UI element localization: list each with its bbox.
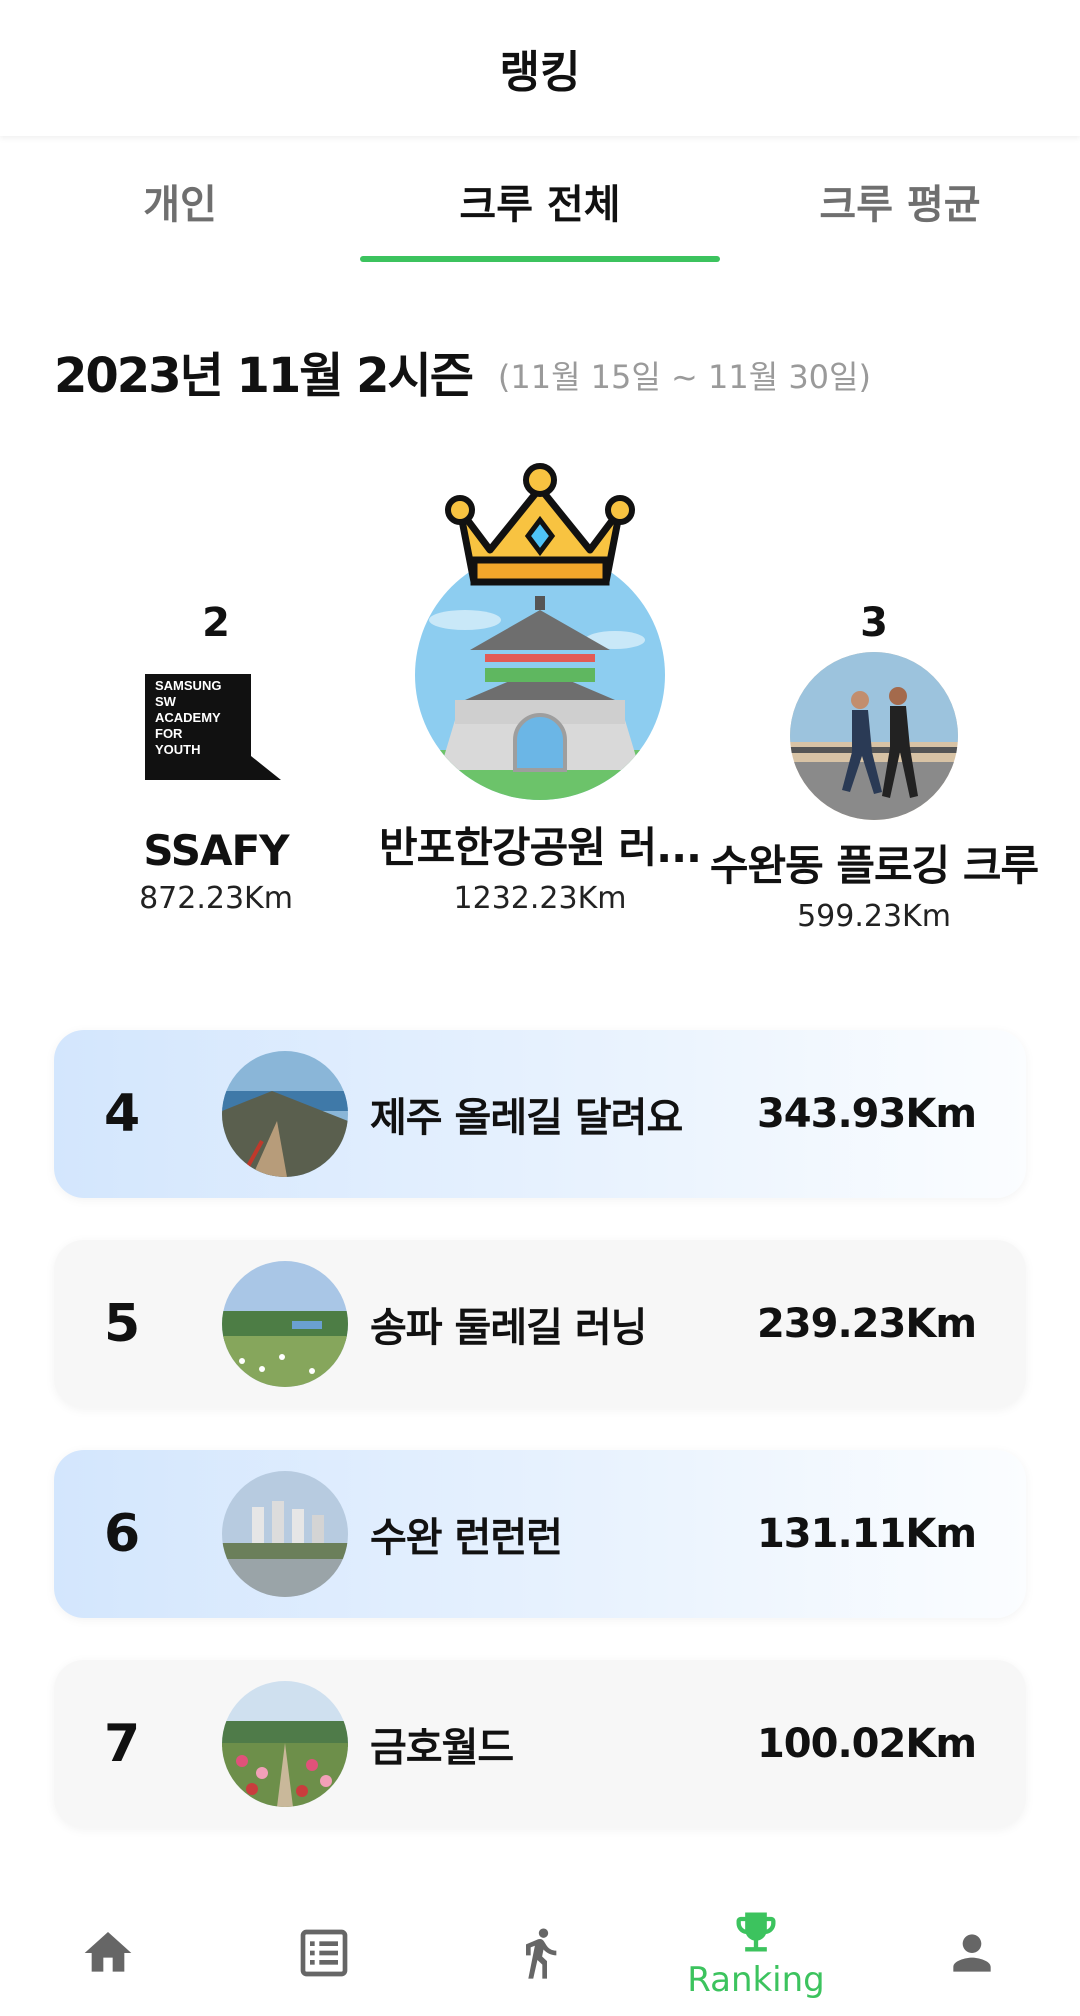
row-crew-name: 제주 올레길 달려요 xyxy=(370,1095,683,1141)
crew-avatar xyxy=(222,1261,348,1387)
ranking-row[interactable]: 6 수완 런런런 131.11Km xyxy=(54,1450,1026,1618)
podium-second[interactable]: 2 SAMSUNG SW ACADEMY FOR YOUTH SSAFY 872… xyxy=(56,600,376,916)
crew-avatar xyxy=(222,1471,348,1597)
podium-third-rank: 3 xyxy=(860,600,888,646)
crew-avatar xyxy=(222,1051,348,1177)
app-header: 랭킹 xyxy=(0,0,1080,136)
nav-home[interactable] xyxy=(0,1890,216,2016)
ranking-list: 4 제주 올레길 달려요 343.93Km 5 송파 둘레길 러닝 239.23… xyxy=(54,1030,1026,1870)
ranking-row[interactable]: 4 제주 올레길 달려요 343.93Km xyxy=(54,1030,1026,1198)
ssafy-logo-line: SAMSUNG xyxy=(155,678,222,693)
ranking-row[interactable]: 7 금호월드 100.02Km xyxy=(54,1660,1026,1828)
tab-crew-total[interactable]: 크루 전체 xyxy=(360,172,720,262)
season-title: 2023년 11월 2시즌 xyxy=(54,348,474,408)
nav-run[interactable] xyxy=(432,1890,648,2016)
podium-third-name: 수완동 플로깅 크루 xyxy=(709,841,1039,890)
crew-avatar xyxy=(222,1681,348,1807)
row-rank: 7 xyxy=(104,1714,141,1774)
ranking-row[interactable]: 5 송파 둘레길 러닝 239.23Km xyxy=(54,1240,1026,1408)
walk-icon xyxy=(526,1928,557,1979)
podium-first-distance: 1232.23Km xyxy=(453,881,627,916)
season-header: 2023년 11월 2시즌 (11월 15일 ~ 11월 30일) xyxy=(54,330,871,408)
podium-first-name: 반포한강공원 러... xyxy=(379,823,702,872)
row-crew-name: 금호월드 xyxy=(370,1725,514,1771)
nav-list[interactable] xyxy=(216,1890,432,2016)
ranking-tabs: 개인 크루 전체 크루 평균 xyxy=(0,136,1080,262)
row-crew-name: 수완 런런런 xyxy=(370,1515,563,1561)
tab-individual[interactable]: 개인 xyxy=(0,172,360,262)
ssafy-logo-line: YOUTH xyxy=(155,742,201,757)
row-distance: 343.93Km xyxy=(756,1091,977,1137)
row-distance: 131.11Km xyxy=(756,1511,977,1557)
ssafy-logo-line: ACADEMY xyxy=(155,710,221,725)
season-range: (11월 15일 ~ 11월 30일) xyxy=(497,358,871,396)
podium-first[interactable]: 반포한강공원 러... 1232.23Km xyxy=(370,460,710,916)
active-tab-indicator xyxy=(360,256,720,262)
row-rank: 4 xyxy=(104,1084,141,1144)
row-rank: 5 xyxy=(104,1294,141,1354)
nav-ranking-label: Ranking xyxy=(687,1960,825,2000)
page-title: 랭킹 xyxy=(499,47,581,98)
podium-third-distance: 599.23Km xyxy=(797,899,951,934)
crew-avatar-third xyxy=(790,652,958,820)
row-distance: 100.02Km xyxy=(756,1721,977,1767)
crown-icon xyxy=(430,460,650,590)
ssafy-logo-line: FOR xyxy=(155,726,183,741)
row-distance: 239.23Km xyxy=(756,1301,977,1347)
ssafy-logo: SAMSUNG SW ACADEMY FOR YOUTH xyxy=(141,668,291,788)
nav-profile[interactable] xyxy=(864,1890,1080,2016)
nav-ranking[interactable]: Ranking xyxy=(648,1890,864,2016)
ssafy-logo-line: SW xyxy=(155,694,176,709)
podium-second-distance: 872.23Km xyxy=(139,881,293,916)
row-crew-name: 송파 둘레길 러닝 xyxy=(370,1305,647,1351)
home-icon xyxy=(84,1932,132,1972)
podium: 2 SAMSUNG SW ACADEMY FOR YOUTH SSAFY 872… xyxy=(0,460,1080,940)
person-icon xyxy=(953,1934,991,1972)
tab-crew-average[interactable]: 크루 평균 xyxy=(720,172,1080,262)
bottom-nav: Ranking xyxy=(0,1890,1080,2016)
podium-third[interactable]: 3 수완동 플로깅 크루 599.23Km xyxy=(704,600,1044,934)
list-icon xyxy=(300,1929,348,1977)
podium-second-rank: 2 xyxy=(202,600,230,646)
podium-second-name: SSAFY xyxy=(143,826,289,875)
row-rank: 6 xyxy=(104,1504,141,1564)
trophy-icon xyxy=(736,1912,776,1952)
